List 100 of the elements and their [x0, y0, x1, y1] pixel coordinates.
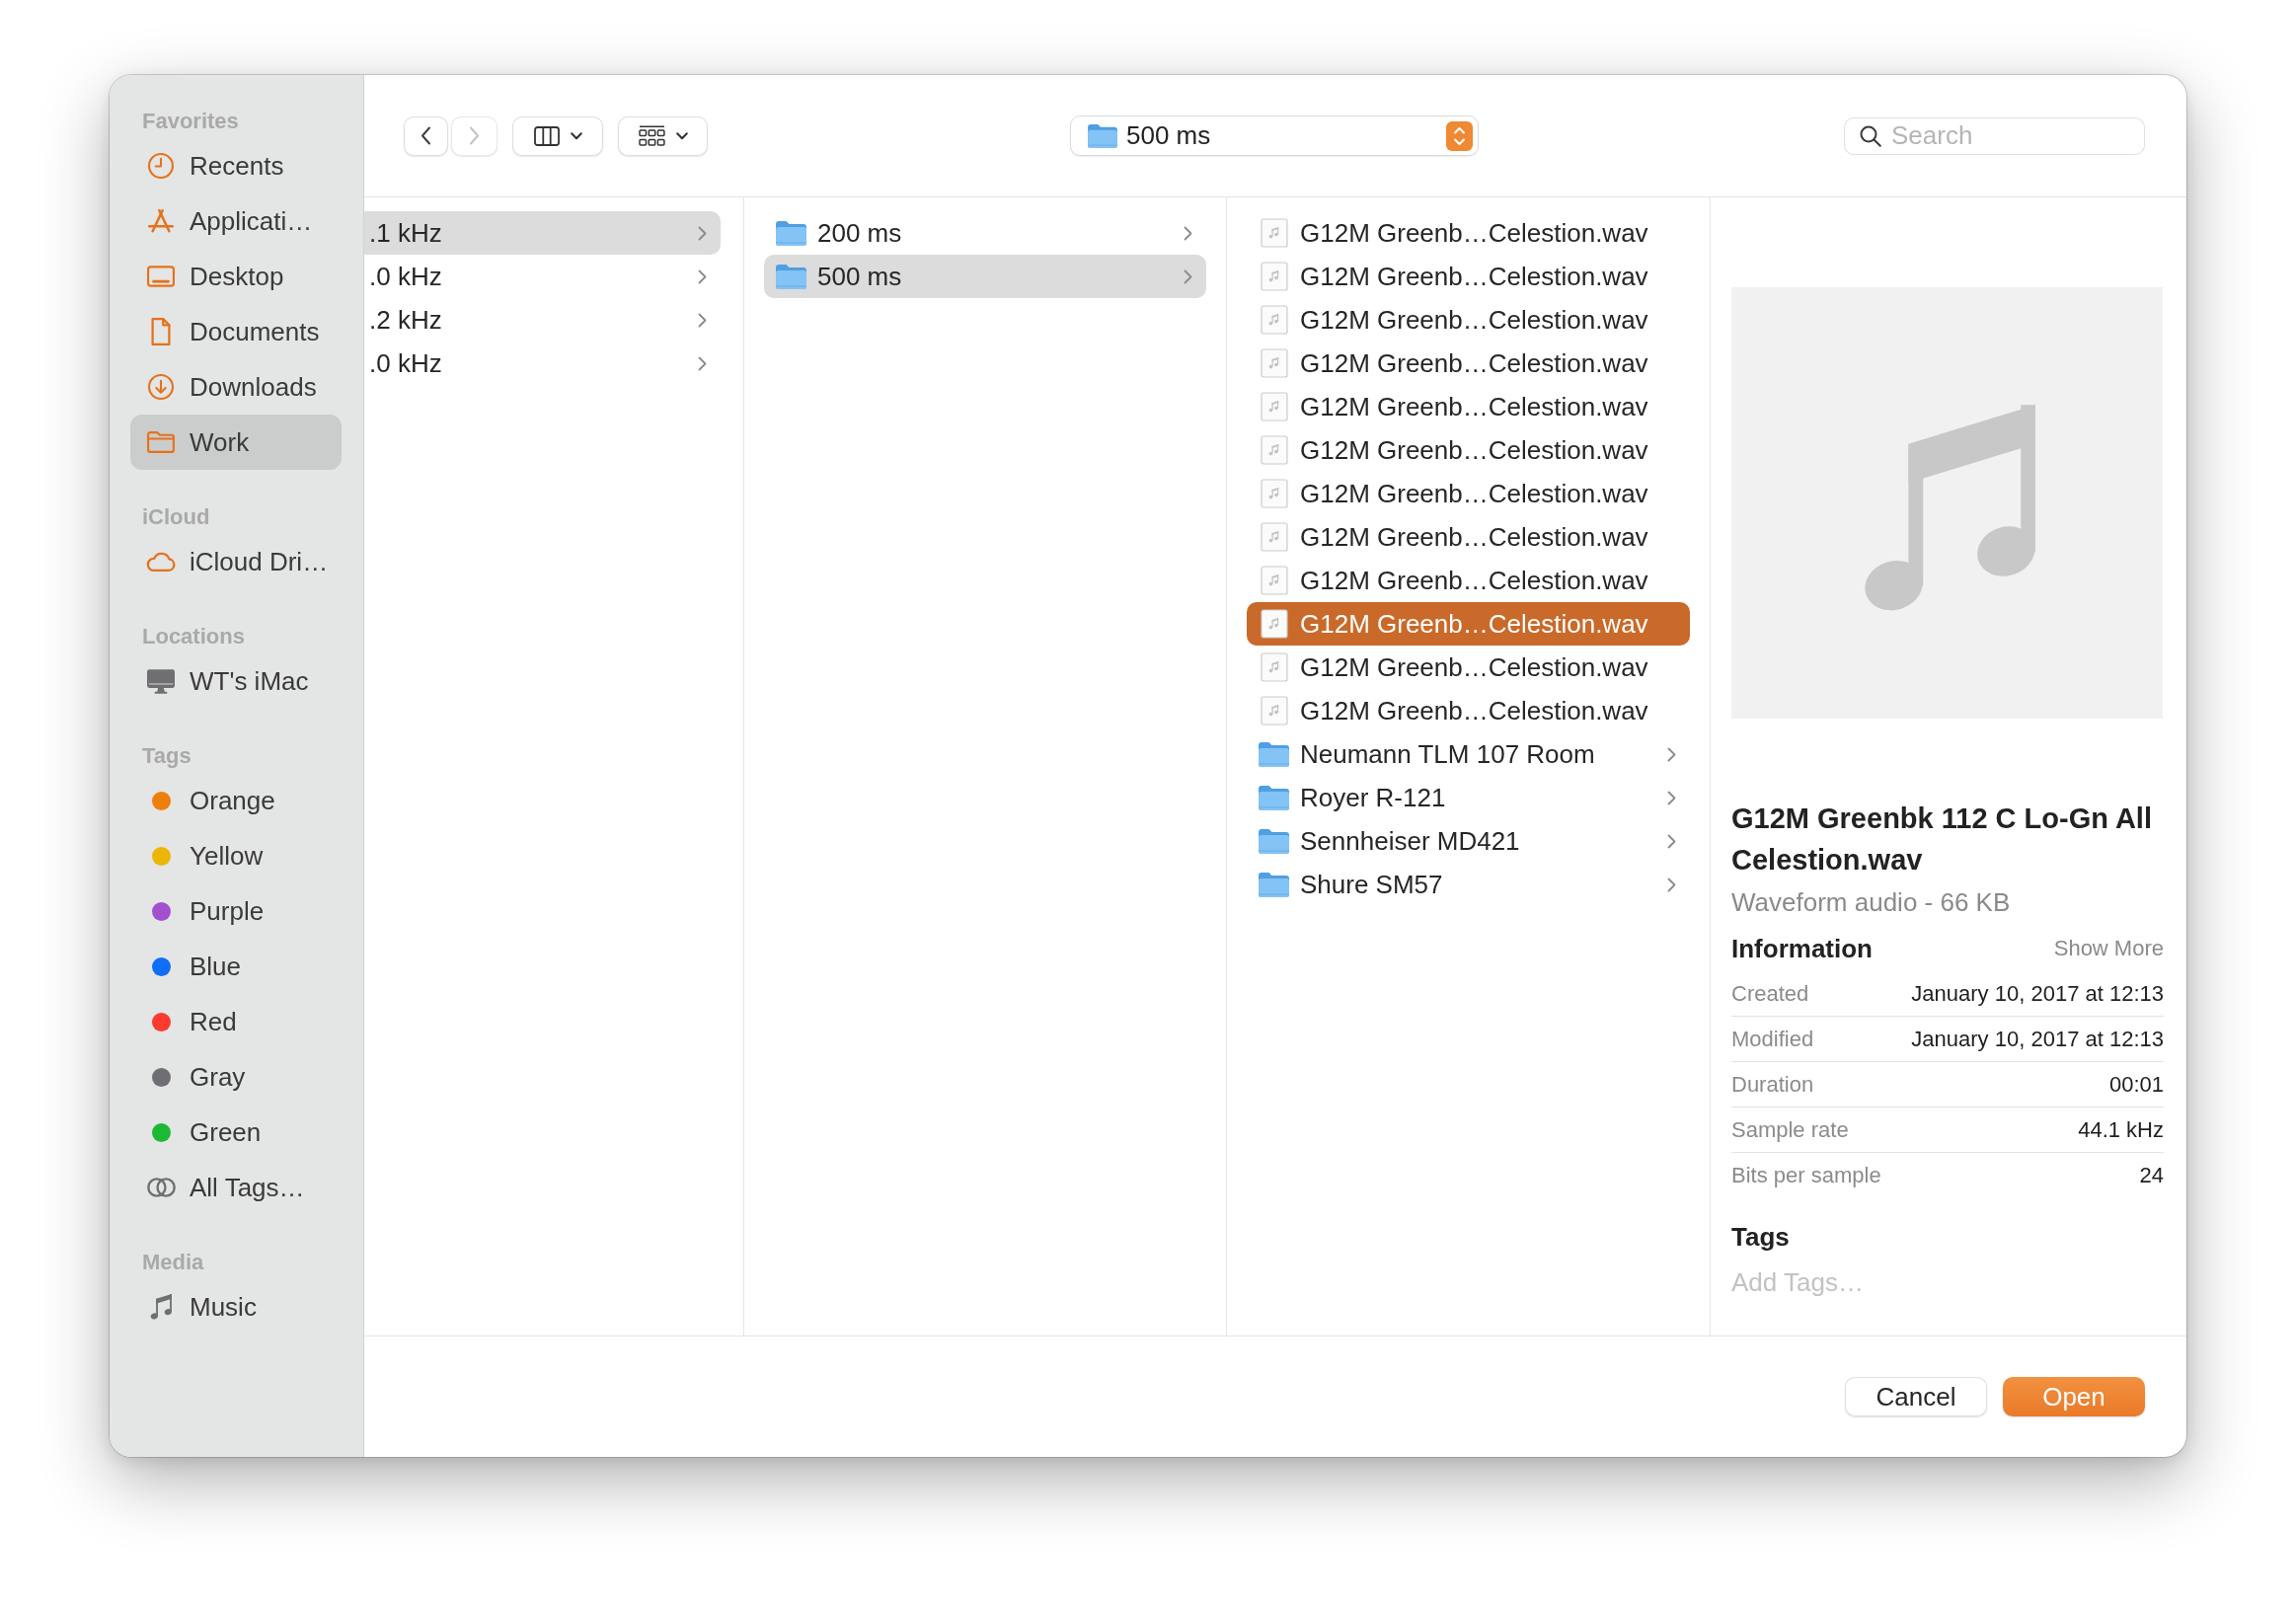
search-icon: [1860, 124, 1881, 147]
sidebar-item[interactable]: iCloud Dri…: [130, 534, 342, 589]
folder-item[interactable]: .2 kHz: [364, 298, 721, 342]
cancel-button[interactable]: Cancel: [1845, 1377, 1987, 1416]
info-label: Created: [1731, 980, 1809, 1007]
folder-item[interactable]: Neumann TLM 107 Room: [1247, 732, 1690, 776]
file-item[interactable]: G12M Greenb…Celestion.wav: [1247, 385, 1690, 428]
sidebar-item[interactable]: WT's iMac: [130, 653, 342, 709]
chevron-down-icon: [675, 131, 688, 140]
music-note-icon: [150, 1294, 172, 1320]
sidebar-item[interactable]: Red: [130, 994, 342, 1049]
chevron-right-icon: [698, 268, 707, 284]
info-label: Duration: [1731, 1071, 1814, 1098]
back-button[interactable]: [404, 115, 448, 156]
folder-item[interactable]: 200 ms: [764, 211, 1206, 255]
section-heading: Information: [1731, 933, 1873, 964]
file-item[interactable]: G12M Greenb…Celestion.wav: [1247, 515, 1690, 559]
sidebar-item[interactable]: Green: [130, 1105, 342, 1160]
chevron-right-icon: [698, 225, 707, 241]
file-item[interactable]: G12M Greenb…Celestion.wav: [1247, 602, 1690, 646]
folder-item[interactable]: .1 kHz: [364, 211, 721, 255]
path-popup[interactable]: 500 ms: [1070, 115, 1479, 156]
folder-item[interactable]: Sennheiser MD421: [1247, 819, 1690, 863]
file-subtitle: Waveform audio - 66 KB: [1731, 886, 2011, 919]
file-item[interactable]: G12M Greenb…Celestion.wav: [1247, 428, 1690, 472]
computer-icon: [147, 668, 175, 694]
sidebar-item[interactable]: Music: [130, 1279, 342, 1335]
folder-icon: [1259, 872, 1289, 897]
section-header: Media: [142, 1249, 204, 1276]
chevron-right-icon: [1667, 833, 1676, 849]
sidebar-item[interactable]: Blue: [130, 939, 342, 994]
show-more-link[interactable]: Show More: [2053, 936, 2164, 961]
file-item[interactable]: G12M Greenb…Celestion.wav: [1247, 472, 1690, 515]
music-file-icon: [1260, 262, 1288, 291]
section-header: Tags: [142, 742, 191, 770]
file-item[interactable]: G12M Greenb…Celestion.wav: [1247, 559, 1690, 602]
info-value: 24: [2139, 1163, 2164, 1188]
file-item[interactable]: G12M Greenb…Celestion.wav: [1247, 211, 1690, 255]
file-title: G12M Greenbk 112 C Lo-Gn All Celestion.wav: [1731, 802, 2153, 878]
group-button[interactable]: [618, 115, 708, 156]
clock-icon: [148, 153, 174, 179]
folder-icon: [1088, 123, 1117, 148]
folder-icon: [1259, 828, 1289, 854]
sidebar-item[interactable]: All Tags…: [130, 1160, 342, 1215]
info-value: January 10, 2017 at 12:13: [1911, 980, 2164, 1007]
info-label: Modified: [1731, 1026, 1814, 1052]
sidebar-item[interactable]: Yellow: [130, 828, 342, 883]
columns-icon: [533, 125, 560, 146]
chevron-right-icon: [1184, 225, 1192, 241]
cloud-icon: [146, 551, 176, 572]
file-item[interactable]: G12M Greenb…Celestion.wav: [1247, 298, 1690, 342]
overlapping-circles-icon: [146, 1178, 176, 1197]
music-file-icon: [1260, 652, 1288, 682]
column-view-button[interactable]: [512, 115, 603, 156]
section-header: Locations: [142, 623, 245, 650]
folder-item[interactable]: .0 kHz: [364, 255, 721, 298]
folder-item[interactable]: 500 ms: [764, 255, 1206, 298]
chevron-right-icon: [698, 312, 707, 328]
info-value: 00:01: [2108, 1071, 2164, 1098]
section-header: Favorites: [142, 108, 239, 135]
search-field[interactable]: Search: [1844, 116, 2145, 155]
sidebar-item[interactable]: Recents: [130, 138, 342, 193]
sidebar-item[interactable]: Purple: [130, 883, 342, 939]
chevron-right-icon: [698, 355, 707, 371]
music-file-icon: [1260, 609, 1288, 639]
music-file-icon: [1260, 479, 1288, 508]
up-down-arrows-icon: [1446, 120, 1473, 151]
chevron-right-icon: [1667, 746, 1676, 762]
music-file-icon: [1260, 566, 1288, 595]
file-item[interactable]: G12M Greenb…Celestion.wav: [1247, 255, 1690, 298]
info-value: January 10, 2017 at 12:13: [1911, 1026, 2164, 1052]
folder-item[interactable]: Shure SM57: [1247, 863, 1690, 906]
folder-item[interactable]: Royer R-121: [1247, 776, 1690, 819]
file-item[interactable]: G12M Greenb…Celestion.wav: [1247, 342, 1690, 385]
sidebar-item[interactable]: Orange: [130, 773, 342, 828]
chevron-down-icon: [570, 131, 582, 140]
music-file-icon: [1260, 218, 1288, 248]
folder-icon: [776, 220, 806, 246]
desktop-icon: [147, 266, 175, 287]
file-item[interactable]: G12M Greenb…Celestion.wav: [1247, 689, 1690, 732]
folder-item[interactable]: .0 kHz: [364, 342, 721, 385]
folder-icon: [776, 264, 806, 289]
sidebar-item[interactable]: Documents: [130, 304, 342, 359]
chevron-right-icon: [1184, 268, 1192, 284]
sidebar-item[interactable]: Applicati…: [130, 193, 342, 249]
file-item[interactable]: G12M Greenb…Celestion.wav: [1247, 646, 1690, 689]
info-value: 44.1 kHz: [2078, 1116, 2164, 1143]
music-file-icon: [1260, 435, 1288, 465]
document-icon: [151, 318, 171, 345]
music-file-icon: [1260, 305, 1288, 335]
tags-field[interactable]: Add Tags…: [1731, 1262, 2164, 1302]
section-header: iCloud: [142, 503, 210, 531]
sidebar-item[interactable]: Desktop: [130, 249, 342, 304]
letter-a-icon: [148, 209, 174, 233]
sidebar-item[interactable]: Downloads: [130, 359, 342, 415]
sidebar-item[interactable]: Gray: [130, 1049, 342, 1105]
folder-icon: [147, 431, 175, 453]
chevron-right-icon: [1667, 877, 1676, 892]
info-label: Sample rate: [1731, 1116, 1849, 1143]
sidebar-item[interactable]: Work: [130, 415, 342, 470]
